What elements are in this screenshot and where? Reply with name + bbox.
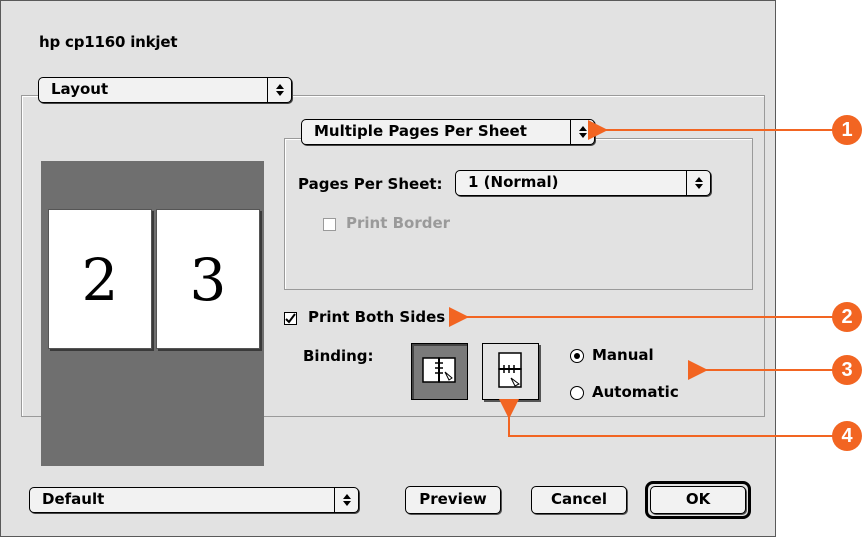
settings-popup-value: Default bbox=[42, 490, 105, 508]
print-both-sides-checkbox[interactable] bbox=[284, 312, 297, 325]
popup-arrows-icon bbox=[267, 78, 291, 102]
manual-label: Manual bbox=[592, 346, 654, 364]
ok-button[interactable]: OK bbox=[650, 486, 746, 514]
print-border-label: Print Border bbox=[346, 214, 451, 232]
book-binding-icon bbox=[422, 357, 456, 383]
callout-number: 3 bbox=[832, 355, 862, 385]
popup-arrows-icon bbox=[686, 171, 710, 195]
radio-automatic[interactable] bbox=[570, 386, 584, 400]
panel-popup[interactable]: Layout bbox=[38, 77, 292, 103]
panel-popup-value: Layout bbox=[51, 80, 109, 98]
pages-per-sheet-popup[interactable]: 1 (Normal) bbox=[455, 170, 711, 196]
automatic-label: Automatic bbox=[592, 383, 679, 401]
tablet-binding-icon bbox=[498, 352, 522, 388]
print-border-checkbox[interactable] bbox=[323, 218, 336, 231]
binding-book-button[interactable] bbox=[411, 343, 468, 400]
callout-number: 1 bbox=[832, 115, 862, 145]
layout-preview: 2 3 bbox=[41, 161, 264, 466]
popup-arrows-icon bbox=[334, 488, 358, 512]
binding-tablet-button[interactable] bbox=[482, 343, 539, 400]
preview-button[interactable]: Preview bbox=[405, 486, 501, 514]
print-dialog: hp cp1160 inkjet Layout 2 3 Multiple Pag… bbox=[0, 0, 776, 537]
callout-number: 4 bbox=[832, 421, 862, 451]
print-both-sides-label: Print Both Sides bbox=[308, 308, 446, 326]
checkmark-icon bbox=[285, 313, 296, 324]
radio-selected-dot bbox=[574, 353, 580, 359]
pages-per-sheet-value: 1 (Normal) bbox=[468, 173, 559, 191]
popup-arrows-icon bbox=[570, 120, 594, 144]
cancel-button[interactable]: Cancel bbox=[531, 486, 627, 514]
preview-page: 2 bbox=[48, 209, 152, 349]
pages-per-sheet-label: Pages Per Sheet: bbox=[298, 175, 443, 193]
layout-popup[interactable]: Multiple Pages Per Sheet bbox=[301, 119, 595, 145]
settings-popup[interactable]: Default bbox=[29, 487, 359, 513]
radio-manual[interactable] bbox=[570, 349, 584, 363]
callout-number: 2 bbox=[832, 302, 862, 332]
layout-popup-value: Multiple Pages Per Sheet bbox=[314, 122, 527, 140]
preview-page: 3 bbox=[156, 209, 260, 349]
binding-label: Binding: bbox=[303, 347, 374, 365]
window-title: hp cp1160 inkjet bbox=[39, 33, 178, 51]
